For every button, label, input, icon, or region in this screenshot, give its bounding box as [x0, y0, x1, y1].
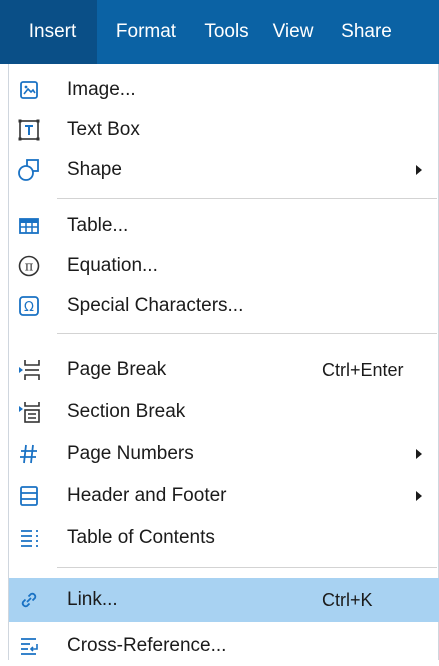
- hash-icon: [17, 442, 41, 466]
- shape-icon: [17, 158, 41, 182]
- menu-item-label: Cross-Reference...: [67, 635, 227, 656]
- menu-item-label: Page Numbers: [67, 443, 194, 464]
- menu-item-label: Header and Footer: [67, 485, 227, 506]
- insert-dropdown-menu: Image... Text Box Shape Table... π Equat…: [8, 64, 439, 660]
- menu-item-special-characters[interactable]: Ω Special Characters...: [9, 286, 439, 326]
- menu-separator: [57, 567, 437, 568]
- svg-text:π: π: [25, 260, 34, 275]
- menu-item-text-box[interactable]: Text Box: [9, 110, 439, 150]
- menu-item-label: Image...: [67, 79, 136, 100]
- menu-item-page-numbers[interactable]: Page Numbers: [9, 434, 439, 474]
- menu-item-label: Table of Contents: [67, 527, 215, 548]
- header-footer-icon: [17, 484, 41, 508]
- menu-insert[interactable]: Insert: [0, 0, 97, 64]
- table-icon: [17, 214, 41, 238]
- submenu-arrow-icon: [416, 449, 422, 459]
- menu-item-label: Shape: [67, 159, 122, 180]
- menu-item-label: Section Break: [67, 401, 186, 422]
- menu-item-label: Link...: [67, 589, 118, 610]
- page-break-icon: [17, 358, 41, 382]
- menu-item-label: Table...: [67, 215, 129, 236]
- menu-separator: [57, 333, 437, 334]
- menu-separator: [57, 198, 437, 199]
- image-icon: [17, 78, 41, 102]
- menu-bar: Insert Format Tools View Share: [0, 0, 439, 64]
- pi-icon: π: [17, 254, 41, 278]
- menu-format[interactable]: Format: [97, 0, 195, 64]
- menu-item-table[interactable]: Table...: [9, 206, 439, 246]
- submenu-arrow-icon: [416, 491, 422, 501]
- shortcut-label: Ctrl+K: [322, 589, 373, 610]
- menu-item-label: Equation...: [67, 255, 158, 276]
- menu-item-page-break[interactable]: Page Break Ctrl+Enter: [9, 350, 439, 390]
- menu-view[interactable]: View: [258, 0, 328, 64]
- menu-item-table-of-contents[interactable]: Table of Contents: [9, 518, 439, 558]
- cross-reference-icon: [17, 634, 41, 658]
- submenu-arrow-icon: [416, 165, 422, 175]
- menu-item-link[interactable]: Link... Ctrl+K: [9, 578, 439, 622]
- menu-item-label: Special Characters...: [67, 295, 244, 316]
- menu-share[interactable]: Share: [328, 0, 405, 64]
- menu-item-label: Page Break: [67, 359, 167, 380]
- menu-item-section-break[interactable]: Section Break: [9, 392, 439, 432]
- svg-text:Ω: Ω: [24, 300, 34, 315]
- shortcut-label: Ctrl+Enter: [322, 359, 404, 380]
- menu-tools[interactable]: Tools: [195, 0, 258, 64]
- menu-item-label: Text Box: [67, 119, 140, 140]
- menu-item-equation[interactable]: π Equation...: [9, 246, 439, 286]
- text-box-icon: [17, 118, 41, 142]
- menu-item-image[interactable]: Image...: [9, 70, 439, 110]
- menu-item-header-footer[interactable]: Header and Footer: [9, 476, 439, 516]
- menu-item-cross-reference[interactable]: Cross-Reference...: [9, 626, 439, 666]
- section-break-icon: [17, 400, 41, 424]
- link-icon: [17, 588, 41, 612]
- omega-icon: Ω: [17, 294, 41, 318]
- menu-item-shape[interactable]: Shape: [9, 150, 439, 190]
- toc-icon: [17, 526, 41, 550]
